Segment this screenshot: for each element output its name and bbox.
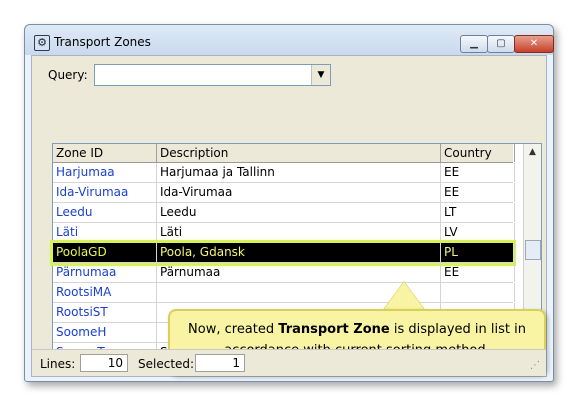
cell-description: Harjumaa ja Tallinn [157, 163, 441, 182]
cell-zone-id: RootsiST [53, 303, 157, 322]
gear-window-icon: ⚙ [34, 35, 50, 51]
title-bar[interactable]: ⚙ Transport Zones ▁ ▢ ✕ [25, 25, 554, 55]
table-header: Zone ID Description Country [53, 144, 515, 163]
chevron-down-icon[interactable]: ▼ [311, 65, 330, 85]
column-header-zone-id[interactable]: Zone ID [53, 144, 157, 162]
transport-zones-window: ⚙ Transport Zones ▁ ▢ ✕ Query: ▼ Zone ID… [24, 24, 554, 382]
cell-country: EE [441, 163, 515, 182]
table-row[interactable]: Pärnumaa Pärnumaa EE [53, 263, 515, 283]
query-dropdown[interactable]: ▼ [94, 64, 331, 86]
cell-zone-id: RootsiMA [53, 283, 157, 302]
cell-country: PL [441, 243, 515, 262]
scroll-thumb[interactable] [525, 240, 541, 260]
column-header-description[interactable]: Description [157, 144, 441, 162]
callout-text-before: Now, created [188, 322, 279, 337]
cell-description: Pärnumaa [157, 263, 441, 282]
query-label: Query: [48, 68, 88, 82]
cell-country: LV [441, 223, 515, 242]
column-header-country[interactable]: Country [441, 144, 515, 162]
table-row[interactable]: PoolaGD Poola, Gdansk PL [50, 240, 516, 266]
window-title: Transport Zones [54, 35, 151, 49]
selected-label: Selected: [138, 357, 195, 371]
cell-country [441, 283, 515, 302]
table-row[interactable]: Harjumaa Harjumaa ja Tallinn EE [53, 163, 515, 183]
cell-description: Läti [157, 223, 441, 242]
lines-label: Lines: [40, 357, 76, 371]
minimize-button[interactable]: ▁ [460, 35, 488, 53]
cell-country: EE [441, 263, 515, 282]
cell-description: Poola, Gdansk [157, 243, 441, 262]
cell-description: Leedu [157, 203, 441, 222]
cell-zone-id: Ida-Virumaa [53, 183, 157, 202]
table-row[interactable]: Leedu Leedu LT [53, 203, 515, 223]
cell-country: EE [441, 183, 515, 202]
cell-zone-id: Harjumaa [53, 163, 157, 182]
table-row[interactable]: RootsiMA [53, 283, 515, 303]
cell-description: Ida-Virumaa [157, 183, 441, 202]
callout-text-bold: Transport Zone [278, 322, 390, 337]
window-client-area: Query: ▼ Zone ID Description Country Har… [31, 55, 547, 377]
selected-count: 1 [195, 354, 245, 372]
scroll-up-arrow-icon[interactable]: ▲ [524, 144, 541, 161]
table-row[interactable]: Ida-Virumaa Ida-Virumaa EE [53, 183, 515, 203]
cell-zone-id: Läti [53, 223, 157, 242]
cell-zone-id: PoolaGD [53, 243, 157, 262]
cell-zone-id: Leedu [53, 203, 157, 222]
lines-count: 10 [80, 354, 128, 372]
status-bar: Lines: 10 Selected: 1 ⋰ [32, 349, 546, 376]
close-button[interactable]: ✕ [514, 35, 554, 53]
callout-pointer [382, 282, 426, 312]
cell-zone-id: SoomeH [53, 323, 157, 342]
resize-grip-icon[interactable]: ⋰ [530, 360, 542, 372]
cell-country: LT [441, 203, 515, 222]
maximize-button[interactable]: ▢ [487, 35, 515, 53]
cell-zone-id: Pärnumaa [53, 263, 157, 282]
table-row[interactable]: Läti Läti LV [53, 223, 515, 243]
